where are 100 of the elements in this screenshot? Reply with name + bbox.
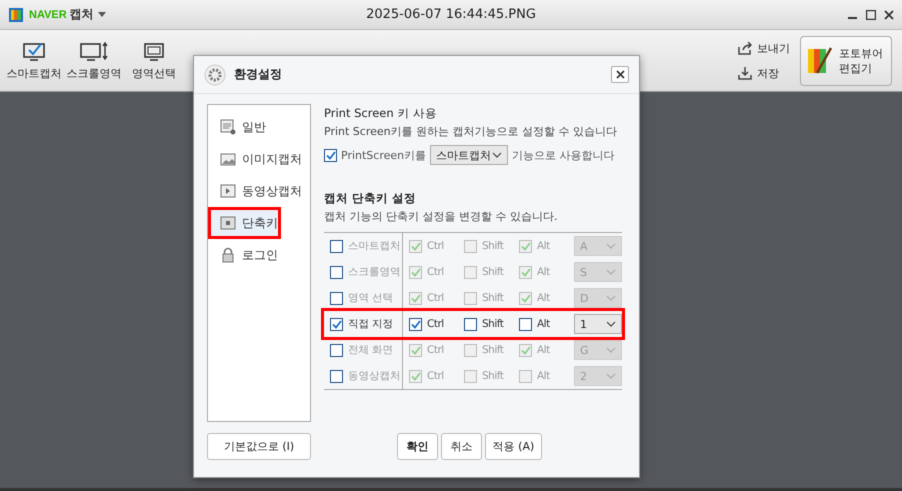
modifier-checkbox[interactable] — [409, 344, 422, 356]
modifier-checkbox[interactable] — [409, 370, 422, 382]
chevron-icon — [606, 321, 616, 327]
modifier-checkbox[interactable] — [464, 318, 477, 330]
key-select[interactable]: 1 — [574, 314, 622, 334]
ok-button[interactable]: 확인 — [397, 433, 438, 460]
modifier-label: Ctrl — [427, 266, 444, 278]
shortcut-name: 스크롤영역 — [348, 265, 400, 279]
close-icon — [616, 70, 624, 79]
capture-mode-select[interactable]: 스마트캡처 — [430, 145, 508, 165]
modifier-checkbox[interactable] — [519, 240, 532, 252]
chevron-icon — [606, 347, 616, 353]
shortcut-checkbox[interactable] — [330, 240, 343, 252]
sidebar-item[interactable]: 단축키 — [208, 207, 281, 239]
window-title: 2025-06-07 16:44:45.PNG — [366, 7, 536, 22]
modifier-checkbox[interactable] — [519, 318, 532, 330]
document-gear-icon — [220, 119, 236, 135]
checkbox-label: PrintScreen키를 — [341, 148, 426, 162]
apply-button[interactable]: 적용 (A) — [485, 433, 542, 460]
sidebar-item[interactable]: 이미지캡처 — [208, 143, 310, 175]
capture-tool-button[interactable]: 스마트캡처 — [4, 40, 64, 81]
monitor-icon — [142, 40, 166, 62]
modifier-label: Shift — [482, 370, 504, 382]
shortcut-name: 전체 화면 — [348, 343, 393, 357]
monitor-check-icon — [22, 40, 46, 62]
image-icon — [220, 151, 236, 167]
capture-tool-button[interactable]: 영역선택 — [124, 40, 184, 81]
shortcut-checkbox[interactable] — [330, 292, 343, 304]
film-icon — [220, 183, 236, 199]
modifier-label: Alt — [537, 266, 550, 278]
close-button[interactable] — [611, 66, 629, 83]
sidebar-item[interactable]: 동영상캡처 — [208, 175, 310, 207]
shortcut-checkbox[interactable] — [330, 266, 343, 278]
dialog-title: 환경설정 — [234, 66, 282, 83]
shortcut-name: 영역 선택 — [348, 291, 393, 305]
app-logo-icon — [8, 6, 24, 22]
modifier-checkbox[interactable] — [409, 318, 422, 330]
maximize-icon[interactable] — [866, 10, 876, 20]
shortcut-name: 직접 지정 — [348, 317, 393, 331]
section-heading: 캡처 단축키 설정 — [324, 191, 418, 206]
printscreen-checkbox[interactable] — [324, 148, 337, 162]
modifier-checkbox[interactable] — [519, 266, 532, 278]
section-description: 캡처 기능의 단축키 설정을 변경할 수 있습니다. — [324, 209, 558, 224]
cancel-button[interactable]: 취소 — [441, 433, 482, 460]
modifier-checkbox[interactable] — [519, 292, 532, 304]
modifier-label: Alt — [537, 344, 550, 356]
modifier-label: Shift — [482, 344, 504, 356]
modifier-label: Shift — [482, 266, 504, 278]
brand-name: NAVER — [29, 8, 67, 20]
shortcut-checkbox[interactable] — [330, 344, 343, 356]
close-icon[interactable] — [884, 10, 894, 20]
modifier-checkbox[interactable] — [464, 240, 477, 252]
modifier-label: Shift — [482, 240, 504, 252]
modifier-checkbox[interactable] — [464, 370, 477, 382]
modifier-label: Shift — [482, 292, 504, 304]
capture-tool-button[interactable]: 스크롤영역 — [64, 40, 124, 81]
shortcut-checkbox[interactable] — [330, 318, 343, 330]
modifier-label: Alt — [537, 370, 550, 382]
section-heading: Print Screen 키 사용 — [324, 106, 438, 121]
chevron-icon — [606, 243, 616, 249]
palette-brush-icon — [807, 46, 833, 74]
save-button[interactable]: 저장 — [738, 66, 790, 80]
modifier-label: Ctrl — [427, 292, 444, 304]
chevron-icon — [606, 269, 616, 275]
modifier-checkbox[interactable] — [409, 292, 422, 304]
modifier-checkbox[interactable] — [409, 266, 422, 278]
reset-button[interactable]: 기본값으로 (I) — [207, 433, 311, 460]
modifier-label: Ctrl — [427, 318, 444, 330]
monitor-scroll-icon — [79, 40, 109, 62]
sidebar-item[interactable]: 일반 — [208, 111, 310, 143]
app-name: 캡처 — [70, 6, 94, 23]
modifier-label: Alt — [537, 318, 550, 330]
modifier-label: Ctrl — [427, 344, 444, 356]
sidebar-item[interactable]: 로그인 — [208, 239, 310, 271]
modifier-label: Shift — [482, 318, 504, 330]
modifier-label: Alt — [537, 240, 550, 252]
modifier-checkbox[interactable] — [409, 240, 422, 252]
modifier-label: Ctrl — [427, 370, 444, 382]
section-description: Print Screen키를 원하는 캡처기능으로 설정할 수 있습니다 — [324, 124, 618, 139]
export-button[interactable]: 보내기 — [738, 40, 790, 56]
chevron-icon — [606, 373, 616, 379]
modifier-checkbox[interactable] — [519, 344, 532, 356]
option-suffix: 기능으로 사용합니다 — [512, 148, 615, 162]
modifier-checkbox[interactable] — [464, 344, 477, 356]
shortcut-checkbox[interactable] — [330, 370, 343, 382]
chevron-icon — [606, 295, 616, 301]
dropdown-caret-icon[interactable] — [98, 12, 106, 17]
shortcut-name: 동영상캡처 — [348, 369, 400, 383]
keyboard-key-icon — [220, 215, 236, 231]
modifier-label: Alt — [537, 292, 550, 304]
modifier-checkbox[interactable] — [519, 370, 532, 382]
modifier-checkbox[interactable] — [464, 292, 477, 304]
lock-icon — [220, 247, 236, 263]
download-icon — [738, 66, 752, 80]
chevron-icon — [492, 152, 502, 158]
shortcut-name: 스마트캡처 — [348, 239, 400, 253]
modifier-label: Ctrl — [427, 240, 444, 252]
photo-editor-button[interactable]: 포토뷰어 편집기 — [800, 36, 892, 86]
modifier-checkbox[interactable] — [464, 266, 477, 278]
gear-icon — [204, 64, 226, 86]
